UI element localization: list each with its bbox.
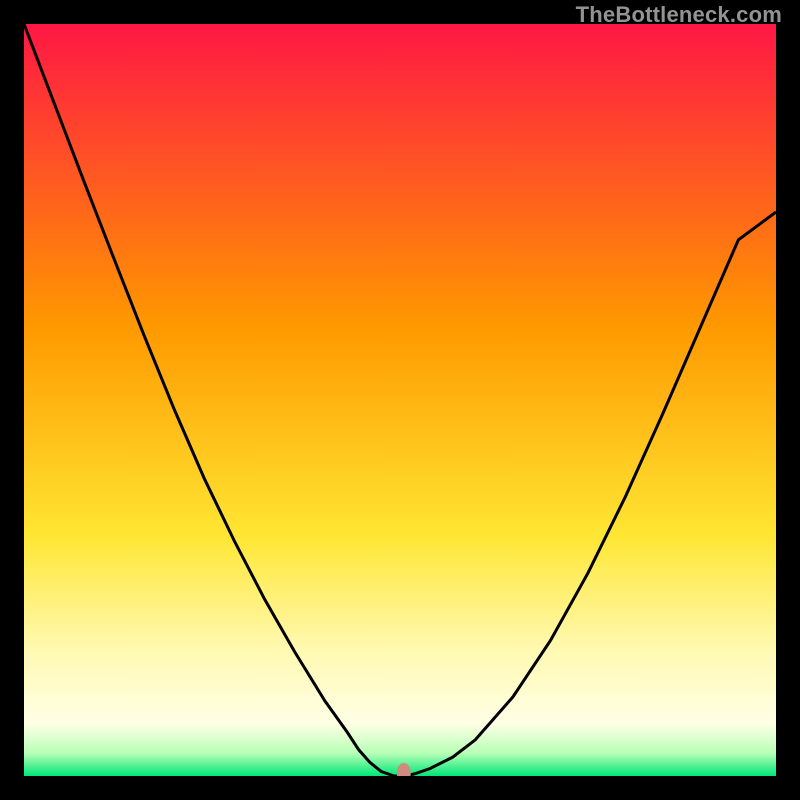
watermark-text: TheBottleneck.com bbox=[576, 2, 782, 28]
chart-background bbox=[24, 24, 776, 776]
chart-frame: TheBottleneck.com bbox=[0, 0, 800, 800]
bottleneck-chart bbox=[24, 24, 776, 776]
plot-area bbox=[24, 24, 776, 776]
